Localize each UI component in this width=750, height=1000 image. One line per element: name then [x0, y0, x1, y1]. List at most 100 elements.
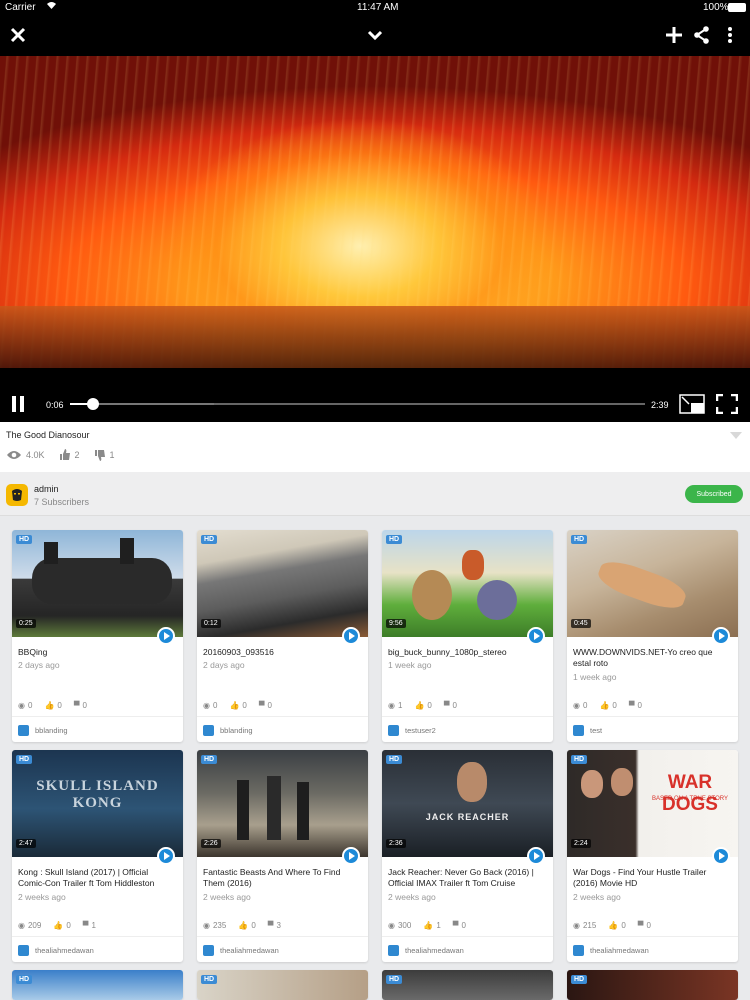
hd-badge: HD: [201, 975, 218, 984]
video-lower-area: [0, 306, 750, 368]
comment-icon: ▀: [637, 921, 644, 930]
seek-handle[interactable]: [87, 398, 99, 410]
card-uploader[interactable]: testuser2: [388, 725, 436, 736]
play-icon[interactable]: [527, 627, 545, 645]
card-title[interactable]: Jack Reacher: Never Go Back (2016) | Off…: [388, 867, 546, 889]
card-likes: 0: [621, 921, 626, 930]
pause-button[interactable]: [12, 396, 24, 412]
thumbs-up-icon: 👍: [423, 921, 434, 930]
uploader-name: test: [590, 726, 603, 735]
video-thumbnail: [197, 970, 368, 1000]
subscribe-button[interactable]: Subscribed: [685, 485, 743, 503]
more-options-button[interactable]: [714, 20, 746, 50]
plus-icon: [666, 27, 682, 43]
video-card[interactable]: HD: [197, 970, 368, 1000]
card-age: 1 week ago: [388, 660, 432, 670]
user-icon: [18, 945, 29, 956]
divider: [197, 936, 368, 937]
channel-avatar[interactable]: [6, 484, 28, 506]
eye-icon: ◉: [203, 701, 210, 710]
thumbs-up-icon[interactable]: [59, 449, 71, 461]
play-icon[interactable]: [157, 627, 175, 645]
video-card[interactable]: WAR DOGS BASED ON A TRUE STORY HD 2:24 W…: [567, 750, 738, 962]
card-title[interactable]: 20160903_093516: [203, 647, 361, 658]
play-icon[interactable]: [712, 627, 730, 645]
thumbs-up-icon: 👍: [238, 921, 249, 930]
video-card[interactable]: HD 0:45 WWW.DOWNVIDS.NET-Yo creo que est…: [567, 530, 738, 742]
video-card[interactable]: HD 0:25 BBQing 2 days ago ◉ 0 👍 0 ▀ 0 bblan…: [12, 530, 183, 742]
card-title[interactable]: BBQing: [18, 647, 176, 658]
eye-icon: ◉: [388, 921, 395, 930]
video-thumbnail: [382, 530, 553, 637]
video-thumbnail: [382, 970, 553, 1000]
card-uploader[interactable]: thealiahmedawan: [388, 945, 464, 956]
card-title[interactable]: big_buck_bunny_1080p_stereo: [388, 647, 546, 658]
hd-badge: HD: [201, 535, 218, 544]
fullscreen-button[interactable]: [715, 393, 739, 415]
play-icon[interactable]: [157, 847, 175, 865]
video-card[interactable]: HD 2:26 Fantastic Beasts And Where To Fi…: [197, 750, 368, 962]
card-uploader[interactable]: thealiahmedawan: [203, 945, 279, 956]
minimize-button[interactable]: [359, 20, 391, 50]
card-uploader[interactable]: thealiahmedawan: [573, 945, 649, 956]
video-thumbnail: JACK REACHER: [382, 750, 553, 857]
video-thumbnail: [567, 970, 738, 1000]
video-frame[interactable]: [0, 56, 750, 368]
expand-description-icon[interactable]: [730, 432, 742, 439]
close-icon: [10, 27, 26, 43]
card-stats: ◉ 235 👍 0 ▀ 3: [203, 921, 281, 930]
video-card[interactable]: HD 9:56 big_buck_bunny_1080p_stereo 1 we…: [382, 530, 553, 742]
thumbs-down-icon[interactable]: [94, 449, 106, 461]
duration-badge: 2:47: [16, 839, 36, 848]
card-title[interactable]: Kong : Skull Island (2017) | Official Co…: [18, 867, 176, 889]
thumb-face: [457, 762, 487, 802]
channel-name[interactable]: admin: [34, 484, 59, 494]
card-comments: 0: [637, 701, 642, 710]
card-title[interactable]: WWW.DOWNVIDS.NET-Yo creo que estal roto: [573, 647, 731, 669]
card-uploader[interactable]: bblanding: [18, 725, 68, 736]
card-uploader[interactable]: bblanding: [203, 725, 253, 736]
subscriber-count: 7 Subscribers: [34, 497, 90, 507]
thumb-figure: [297, 782, 309, 840]
video-card[interactable]: HD: [12, 970, 183, 1000]
user-icon: [388, 945, 399, 956]
card-age: 2 days ago: [18, 660, 60, 670]
video-card[interactable]: HD: [567, 970, 738, 1000]
hd-badge: HD: [16, 535, 33, 544]
duration-badge: 0:25: [16, 619, 36, 628]
play-icon[interactable]: [712, 847, 730, 865]
uploader-name: testuser2: [405, 726, 436, 735]
close-button[interactable]: [2, 20, 34, 50]
uploader-name: thealiahmedawan: [590, 946, 649, 955]
card-likes: 0: [612, 701, 617, 710]
hd-badge: HD: [571, 535, 588, 544]
card-likes: 0: [66, 921, 71, 930]
video-card[interactable]: JACK REACHER HD 2:36 Jack Reacher: Never…: [382, 750, 553, 962]
video-card[interactable]: HD: [382, 970, 553, 1000]
card-stats: ◉ 300 👍 1 ▀ 0: [388, 921, 466, 930]
video-info: The Good Dianosour 4.0K 2 1: [0, 422, 750, 472]
thumb-character: [462, 550, 484, 580]
seek-bar[interactable]: [70, 398, 645, 410]
video-card[interactable]: HD 0:12 20160903_093516 2 days ago ◉ 0 👍 0…: [197, 530, 368, 742]
thumb-chimney: [120, 538, 134, 564]
thumb-character: [477, 580, 517, 620]
video-card[interactable]: SKULL ISLAND KONG HD 2:47 Kong : Skull I…: [12, 750, 183, 962]
hd-badge: HD: [386, 975, 403, 984]
card-uploader[interactable]: test: [573, 725, 602, 736]
thumbs-up-icon: 👍: [414, 701, 425, 710]
picture-in-picture-button[interactable]: [679, 394, 705, 414]
uploader-name: bblanding: [35, 726, 68, 735]
card-comments: 1: [91, 921, 96, 930]
duration-badge: 0:12: [201, 619, 221, 628]
play-icon[interactable]: [527, 847, 545, 865]
card-comments: 0: [646, 921, 651, 930]
card-title[interactable]: War Dogs - Find Your Hustle Trailer (201…: [573, 867, 731, 889]
card-age: 2 weeks ago: [573, 892, 621, 902]
card-views: 300: [397, 921, 412, 930]
play-icon[interactable]: [342, 627, 360, 645]
card-title[interactable]: Fantastic Beasts And Where To Find Them …: [203, 867, 361, 889]
eye-icon: ◉: [18, 921, 25, 930]
play-icon[interactable]: [342, 847, 360, 865]
card-uploader[interactable]: thealiahmedawan: [18, 945, 94, 956]
